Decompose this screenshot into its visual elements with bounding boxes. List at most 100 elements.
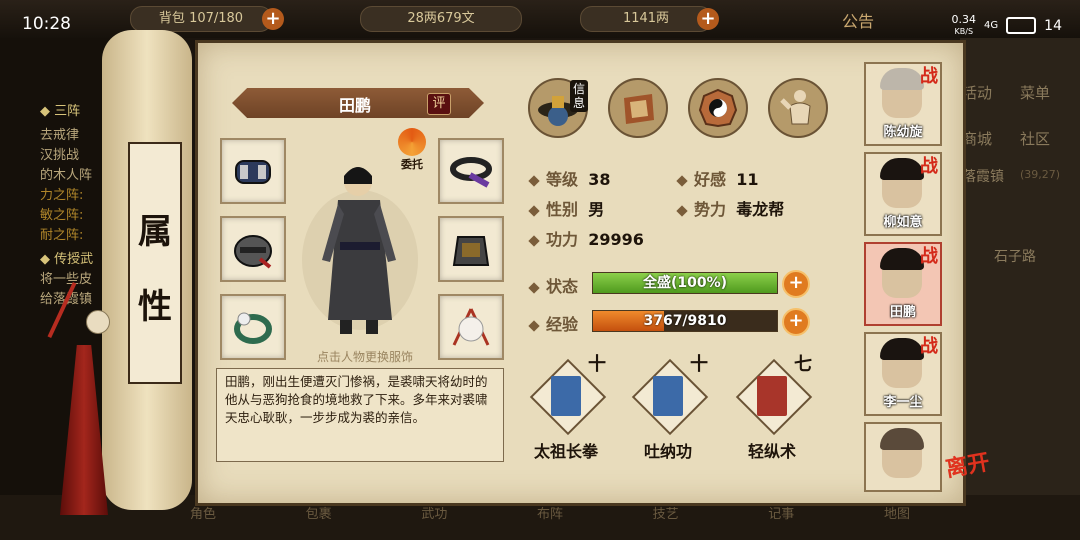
roster-name: 田鹏 <box>889 305 916 320</box>
stat-power: 功力 29996 <box>528 226 644 250</box>
scroll-title: 属 性 <box>128 142 182 384</box>
bg-coords: (39,27) <box>1020 168 1061 181</box>
skill-name: 轻纵术 <box>747 442 796 461</box>
diamond-icon <box>528 235 540 247</box>
ring-icon <box>234 312 272 344</box>
skill-level: 十 <box>690 354 708 375</box>
bag-plus-button[interactable]: + <box>262 8 284 30</box>
equip-slot-pearl[interactable] <box>438 294 504 360</box>
roster-member-selected[interactable]: 战 田鹏 <box>864 242 942 326</box>
pearl-icon <box>452 308 490 346</box>
bg-location: 落霞镇 <box>962 169 1004 185</box>
bracer-icon <box>235 160 271 184</box>
bag-count: 107/180 <box>189 11 244 26</box>
roster-member[interactable]: 战 陈幼旋 <box>864 62 942 146</box>
stat-exp-label-row: 经验 <box>528 311 578 335</box>
equip-slot-ring[interactable] <box>220 294 286 360</box>
status-indicators: 0.34 KB/S 4G 14 <box>952 14 1062 37</box>
muscle-icon <box>780 90 811 125</box>
signal-label: 4G <box>984 20 999 31</box>
belt-icon <box>450 157 492 188</box>
state-bar-text: 全盛(100%) <box>642 275 728 291</box>
stat-label: 势力 <box>694 200 727 219</box>
book-icon <box>653 376 683 416</box>
bg-menu: 菜单 <box>1020 84 1051 102</box>
bg-line: 去戒律 <box>40 128 80 143</box>
tab-faction[interactable] <box>608 78 668 138</box>
state-plus-button[interactable]: + <box>782 270 810 298</box>
diamond-icon <box>676 175 688 187</box>
tab-body[interactable] <box>768 78 828 138</box>
scroll-title-char: 属 <box>138 212 172 252</box>
tassel-bead <box>86 310 110 334</box>
status-time: 10:28 <box>22 14 71 34</box>
announce-button[interactable]: 公告 <box>842 8 874 32</box>
stat-faction: 势力 毒龙帮 <box>676 196 785 220</box>
bg-line: ◆ 传授武 <box>40 252 94 267</box>
bg-line: ◆ 三阵 <box>40 104 81 119</box>
bg-community: 社区 <box>1020 130 1051 148</box>
bg-line: 敏之阵: <box>40 208 84 223</box>
banner-icon <box>624 94 654 124</box>
bg-line: 汉挑战 <box>40 148 80 163</box>
bg-line: 将一些皮 <box>40 272 93 287</box>
state-bar: 全盛(100%) <box>592 272 778 294</box>
battle-badge: 战 <box>920 156 938 177</box>
battery-level: 14 <box>1044 17 1062 34</box>
leave-button[interactable]: 离开 <box>944 449 1002 508</box>
equip-slot-armor[interactable] <box>438 216 504 282</box>
roster-member[interactable]: 战 柳如意 <box>864 152 942 236</box>
exp-bar: 3767/9810 <box>592 310 778 332</box>
bg-activity: 活动 <box>962 84 993 102</box>
net-speed-value: 0.34 <box>951 13 977 26</box>
roster-member[interactable]: 战 李一尘 <box>864 332 942 416</box>
exp-plus-button[interactable]: + <box>782 308 810 336</box>
stat-level: 等级 38 <box>528 166 610 190</box>
diamond-icon <box>528 282 540 294</box>
portrait-hair <box>880 248 924 270</box>
roster-name: 柳如意 <box>883 215 923 230</box>
portrait-hair <box>880 428 924 450</box>
skill-name: 太祖长拳 <box>533 442 598 461</box>
money-display: 28两679文 <box>360 6 522 32</box>
gold-display: 1141两 <box>580 6 712 32</box>
armor-icon <box>452 236 490 266</box>
gold-plus-button[interactable]: + <box>697 8 719 30</box>
skill-slot[interactable]: 十 吐纳功 <box>618 350 718 461</box>
equip-slot-belt[interactable] <box>438 138 504 204</box>
stat-value: 11 <box>736 170 759 189</box>
character-sprite <box>302 167 418 334</box>
portrait-hair <box>880 158 924 180</box>
stat-favor: 好感 11 <box>676 166 759 190</box>
roster-name: 陈幼旋 <box>883 125 923 140</box>
evaluate-button[interactable]: 评 <box>427 93 451 115</box>
net-speed: 0.34 KB/S <box>952 14 977 37</box>
battle-badge: 战 <box>920 246 938 267</box>
skill-slot[interactable]: 十 太祖长拳 <box>516 350 616 461</box>
character-name: 田鹏 <box>338 96 371 115</box>
skill-slot[interactable]: 七 轻纵术 <box>722 350 822 461</box>
bg-line: 耐之阵: <box>40 228 84 243</box>
stat-value: 毒龙帮 <box>736 200 785 219</box>
diamond-icon <box>528 320 540 332</box>
skill-level: 十 <box>588 354 606 375</box>
tab-bagua[interactable] <box>688 78 748 138</box>
book-icon <box>551 376 581 416</box>
stat-value: 29996 <box>588 230 644 249</box>
stat-label: 等级 <box>546 170 579 189</box>
net-speed-unit: KB/S <box>954 27 974 36</box>
equip-slot-bracers[interactable] <box>220 138 286 204</box>
stat-label: 状态 <box>546 277 579 296</box>
portrait-hair <box>880 68 924 90</box>
stat-gender: 性别 男 <box>528 196 604 220</box>
battle-badge: 战 <box>920 66 938 87</box>
skill-level: 七 <box>794 354 812 375</box>
battle-badge: 战 <box>920 336 938 357</box>
equip-slot-helmet[interactable] <box>220 216 286 282</box>
tab-info-label: 信息 <box>570 80 588 112</box>
character-figure[interactable] <box>300 150 420 340</box>
stat-label: 功力 <box>546 230 579 249</box>
roster-member[interactable] <box>864 422 942 492</box>
diamond-icon <box>528 175 540 187</box>
change-outfit-hint: 点击人物更换服饰 <box>316 350 413 364</box>
